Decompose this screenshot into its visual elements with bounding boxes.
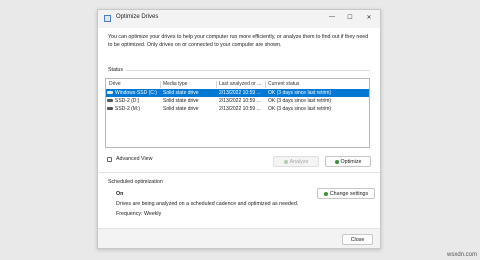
dialog-footer: Close — [98, 228, 380, 248]
intro-text: You can optimize your drives to help you… — [108, 34, 369, 48]
optimize-drives-window: Optimize Drives — ☐ ✕ You can optimize y… — [97, 9, 381, 249]
drive-list-header: Drive Media type Last analyzed or ... Cu… — [106, 80, 369, 88]
drive-last-analyzed: 2/13/2022 10:59 ... — [219, 90, 261, 96]
drive-name: SSD-2 (D:) — [115, 98, 140, 104]
section-divider — [98, 172, 380, 173]
drive-icon — [107, 99, 113, 102]
advanced-view-checkbox[interactable] — [107, 157, 112, 162]
analyze-button[interactable]: Analyze — [273, 156, 319, 167]
schedule-frequency: Frequency: Weekly — [116, 211, 162, 217]
drive-row-d[interactable]: SSD-2 (D:) Solid state drive 2/13/2022 1… — [106, 97, 369, 105]
change-settings-icon — [323, 191, 328, 196]
status-divider — [126, 70, 370, 71]
window-title: Optimize Drives — [116, 14, 159, 20]
watermark: wsxdn.com — [446, 252, 477, 258]
column-separator[interactable] — [265, 81, 266, 88]
drive-list[interactable]: Drive Media type Last analyzed or ... Cu… — [105, 78, 370, 148]
change-settings-button[interactable]: Change settings — [317, 188, 375, 199]
column-header-media-type[interactable]: Media type — [163, 81, 215, 87]
drive-current-status: OK (3 days since last retrim) — [268, 106, 332, 112]
change-settings-label: Change settings — [329, 190, 369, 197]
drive-icon — [107, 91, 113, 94]
column-header-last-analyzed[interactable]: Last analyzed or ... — [219, 81, 265, 87]
close-button[interactable]: Close — [342, 234, 373, 245]
optimize-button-label: Optimize — [340, 158, 362, 165]
column-separator[interactable] — [160, 81, 161, 88]
column-header-current-status[interactable]: Current status — [268, 81, 368, 87]
maximize-button[interactable]: ☐ — [344, 14, 356, 21]
drive-media-type: Solid state drive — [163, 98, 199, 104]
drive-current-status: OK (3 days since last retrim) — [268, 98, 332, 104]
drive-media-type: Solid state drive — [163, 90, 199, 96]
defrag-app-icon — [104, 15, 111, 22]
drive-last-analyzed: 2/13/2022 10:59 ... — [219, 98, 261, 104]
drive-icon — [107, 107, 113, 110]
drive-last-analyzed: 2/13/2022 10:59 ... — [219, 106, 261, 112]
schedule-state: On — [116, 191, 124, 197]
drive-name: Windows-SSD (C:) — [115, 90, 157, 96]
close-window-button[interactable]: ✕ — [363, 14, 375, 21]
schedule-description: Drives are being analyzed on a scheduled… — [116, 201, 299, 207]
drive-row-c[interactable]: Windows-SSD (C:) Solid state drive 2/13/… — [106, 89, 369, 97]
title-bar[interactable]: Optimize Drives — ☐ ✕ — [98, 10, 380, 28]
drive-row-m[interactable]: SSD-2 (M:) Solid state drive 2/13/2022 1… — [106, 105, 369, 113]
minimize-button[interactable]: — — [326, 14, 338, 20]
scheduled-optimization-label: Scheduled optimization — [108, 179, 163, 185]
column-separator[interactable] — [216, 81, 217, 88]
advanced-view-label[interactable]: Advanced View — [116, 156, 152, 162]
drive-name: SSD-2 (M:) — [115, 106, 140, 112]
analyze-button-label: Analyze — [289, 158, 309, 165]
drive-current-status: OK (3 days since last retrim) — [268, 90, 332, 96]
column-header-drive[interactable]: Drive — [109, 81, 159, 87]
drive-media-type: Solid state drive — [163, 106, 199, 112]
optimize-button[interactable]: Optimize — [325, 156, 371, 167]
optimize-icon — [334, 159, 339, 164]
status-section-label: Status — [108, 67, 124, 73]
analyze-icon — [283, 159, 288, 164]
